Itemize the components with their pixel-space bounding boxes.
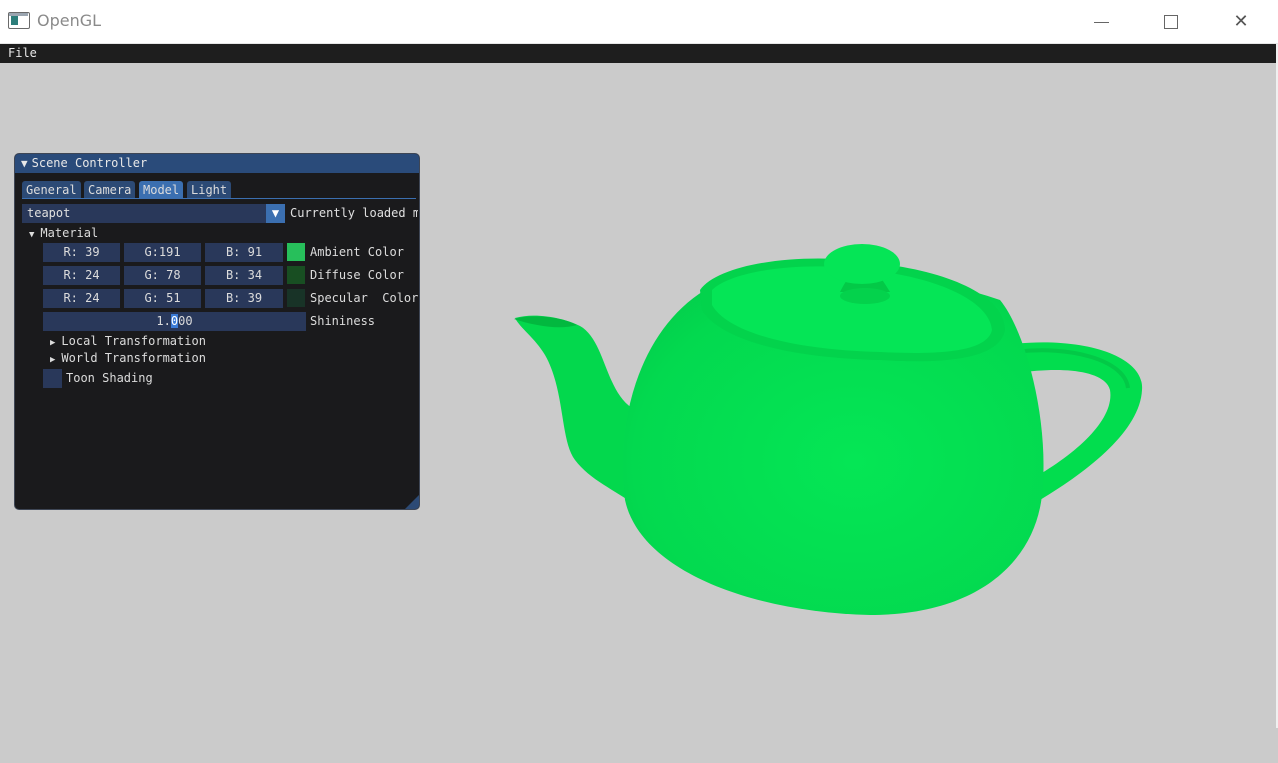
model-combo[interactable]: teapot [22,204,285,223]
maximize-icon [1164,15,1178,29]
tab-light[interactable]: Light [187,181,232,199]
diffuse-r-field[interactable]: R: 24 [43,266,120,285]
scene-controller-panel[interactable]: ▼ Scene Controller General Camera Model L… [14,153,420,510]
window-titlebar: OpenGL ✕ [0,0,1278,44]
collapse-triangle-icon[interactable]: ▼ [21,157,28,170]
expanded-arrow-icon: ▼ [29,230,35,240]
local-transformation-label: Local Transformation [61,334,206,348]
specular-color-label: Specular Color [310,291,419,305]
world-transformation-label: World Transformation [61,351,206,365]
window-title: OpenGL [37,11,102,30]
local-transformation-node[interactable]: ▶ Local Transformation [50,334,206,348]
ambient-r-field[interactable]: R: 39 [43,243,120,262]
menu-bar: File [0,44,1278,63]
tab-model[interactable]: Model [139,181,184,199]
ambient-color-label: Ambient Color [310,245,404,259]
tab-camera[interactable]: Camera [84,181,136,199]
material-tree-node[interactable]: ▼ Material [29,226,98,240]
app-icon [8,12,30,29]
material-label: Material [40,226,99,240]
tab-underline [22,198,416,199]
shininess-value-pre: 1. [156,314,171,328]
collapsed-arrow-icon: ▶ [50,338,56,348]
diffuse-color-label: Diffuse Color [310,268,404,282]
panel-header[interactable]: ▼ Scene Controller [15,154,419,173]
specular-color-swatch[interactable] [287,289,305,307]
specular-r-field[interactable]: R: 24 [43,289,120,308]
close-icon: ✕ [1233,11,1249,32]
model-combo-label: Currently loaded m [290,206,418,220]
specular-g-field[interactable]: G: 51 [124,289,201,308]
shininess-label: Shininess [310,314,376,328]
combo-dropdown-icon[interactable]: ▼ [266,204,285,223]
ambient-color-swatch[interactable] [287,243,305,261]
toon-shading-checkbox[interactable] [43,369,62,388]
ambient-g-field[interactable]: G:191 [124,243,201,262]
teapot-viewport[interactable] [500,230,1160,630]
collapsed-arrow-icon: ▶ [50,355,56,365]
resize-grip[interactable] [405,495,419,509]
panel-title: Scene Controller [31,156,148,170]
shininess-slider[interactable]: 1.000 [43,312,306,331]
toon-shading-label: Toon Shading [66,371,153,385]
specular-b-field[interactable]: B: 39 [205,289,283,308]
close-button[interactable]: ✕ [1206,0,1276,44]
diffuse-g-field[interactable]: G: 78 [124,266,201,285]
menu-file[interactable]: File [8,46,37,60]
maximize-button[interactable] [1136,0,1206,44]
minimize-button[interactable] [1066,0,1136,44]
diffuse-color-swatch[interactable] [287,266,305,284]
ambient-b-field[interactable]: B: 91 [205,243,283,262]
world-transformation-node[interactable]: ▶ World Transformation [50,351,206,365]
diffuse-b-field[interactable]: B: 34 [205,266,283,285]
tab-general[interactable]: General [22,181,81,199]
teapot-knob [824,244,900,284]
minimize-icon [1093,21,1109,23]
shininess-value-post: 00 [178,314,193,328]
